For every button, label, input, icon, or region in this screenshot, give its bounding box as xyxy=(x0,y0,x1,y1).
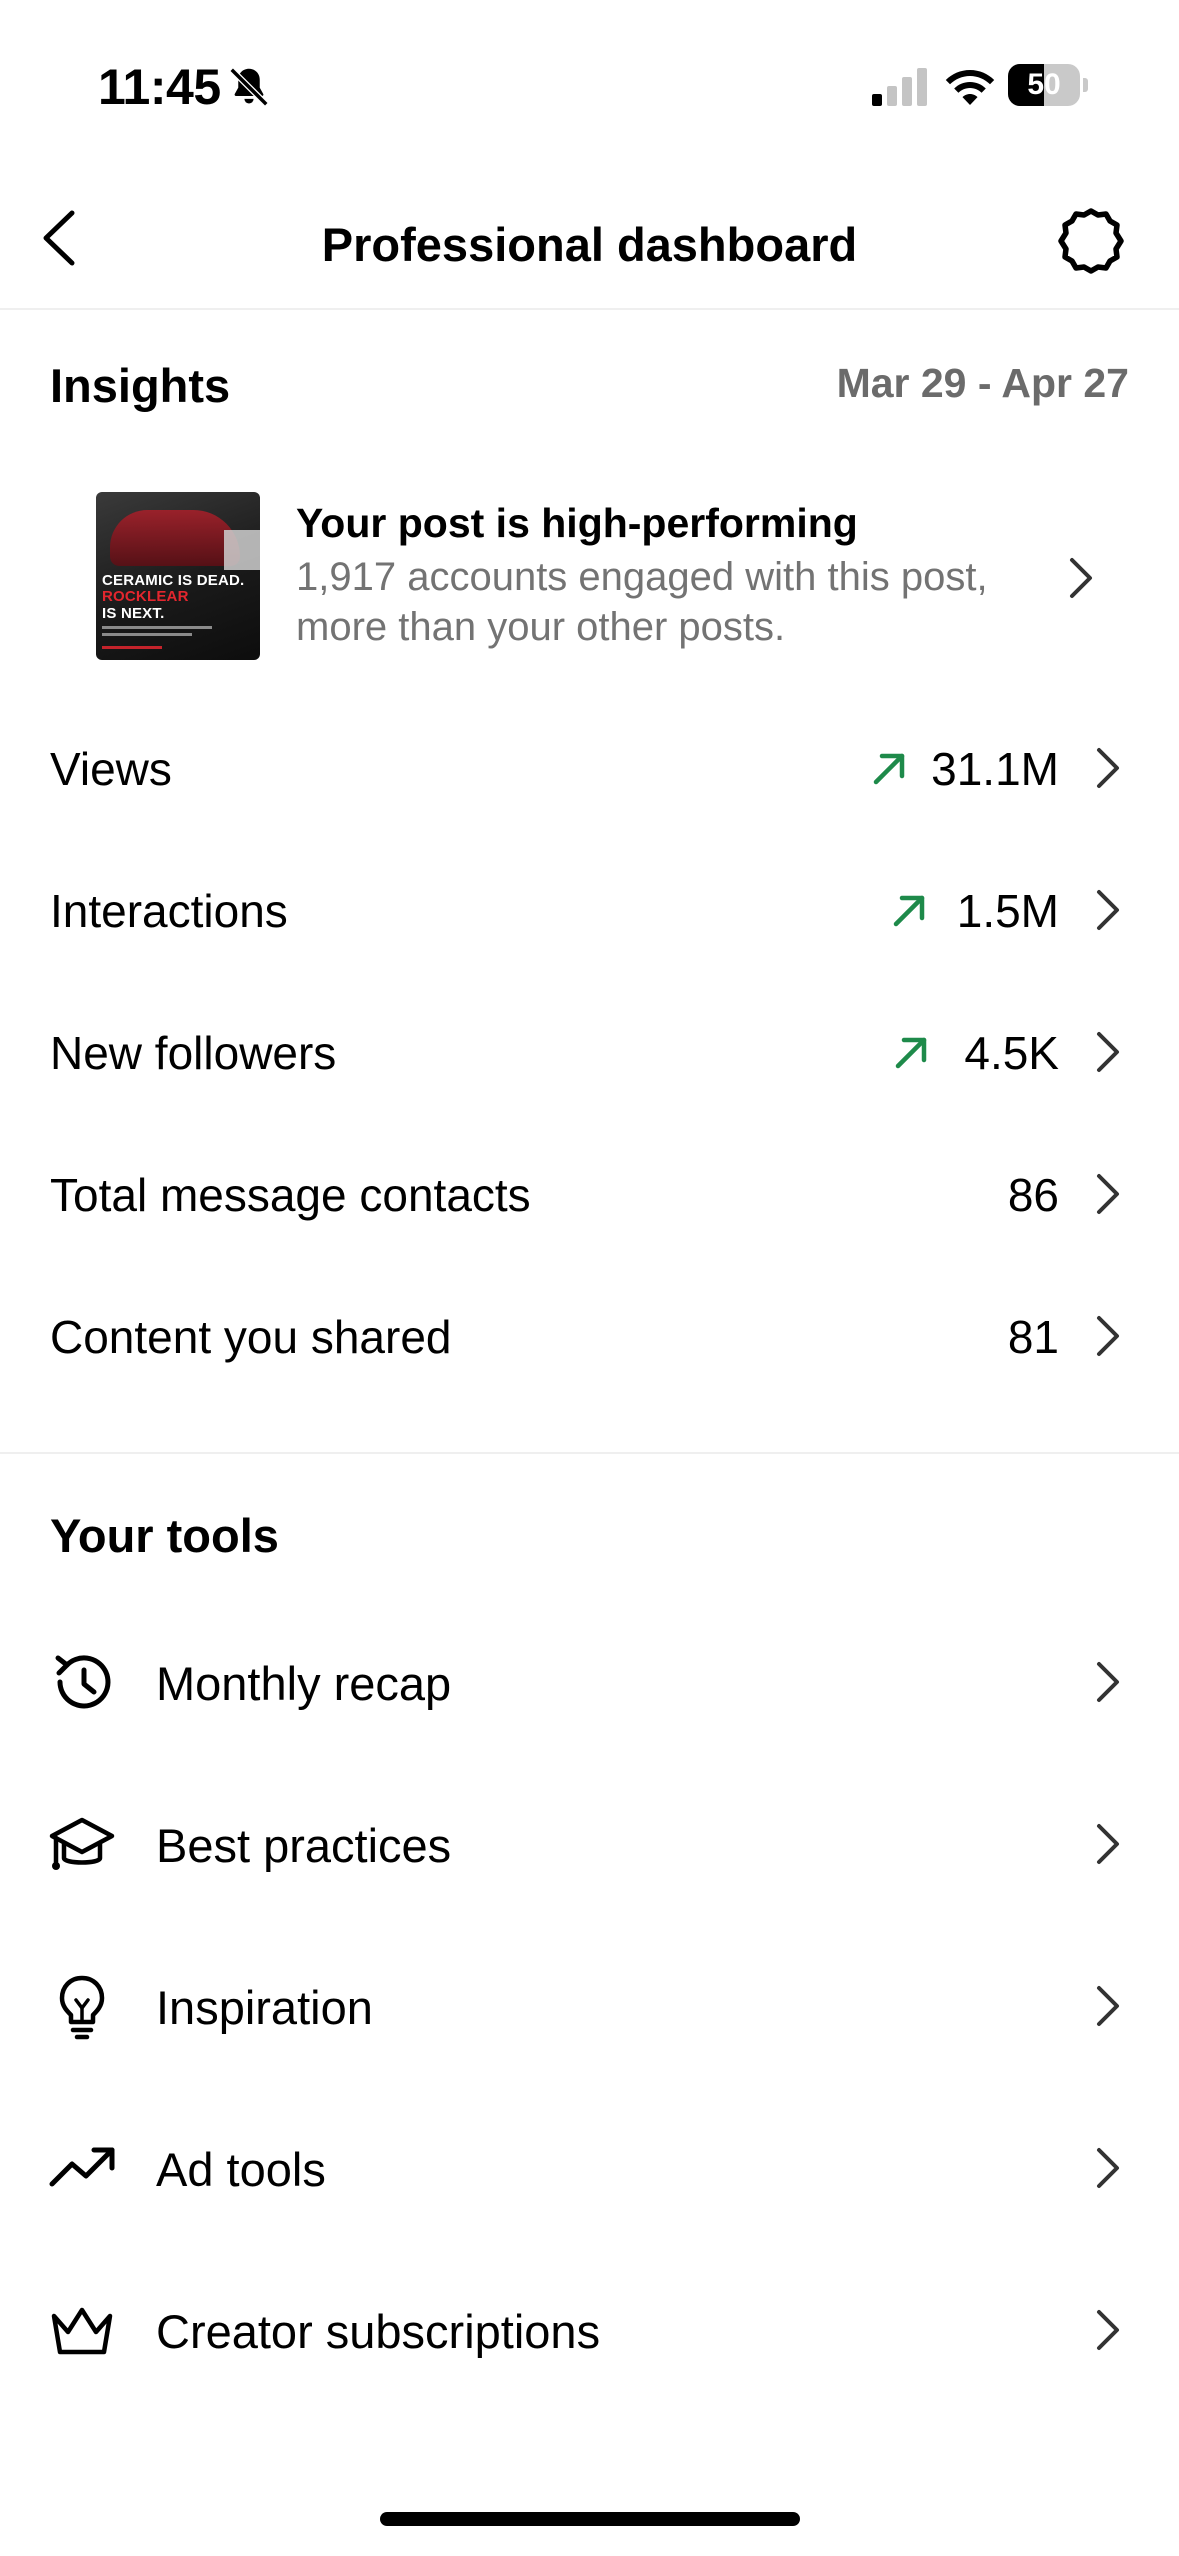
metric-value: 4.5K xyxy=(964,1027,1059,1079)
lightbulb-icon xyxy=(59,1975,105,2040)
tool-label: Creator subscriptions xyxy=(156,2305,601,2358)
metric-label: Total message contacts xyxy=(50,1169,531,1221)
metric-value: 31.1M xyxy=(931,743,1059,795)
tool-row-creator-subscriptions[interactable]: Creator subscriptions xyxy=(0,2248,1179,2410)
metric-row-views[interactable]: Views 31.1M xyxy=(0,698,1179,840)
your-tools-heading: Your tools xyxy=(50,1509,279,1562)
nav-bar: Professional dashboard xyxy=(0,175,1179,310)
metric-row-total-message-contacts[interactable]: Total message contacts 86 xyxy=(0,1124,1179,1266)
status-bar: 11:45 50 xyxy=(0,0,1179,175)
history-icon xyxy=(55,1655,111,1709)
metric-label: Views xyxy=(50,743,172,795)
insights-heading: Insights xyxy=(50,359,231,412)
chevron-right-icon xyxy=(1097,1174,1119,1214)
date-range-selector[interactable]: Mar 29 - Apr 27 xyxy=(837,360,1129,407)
metric-label: Interactions xyxy=(50,885,288,937)
chevron-right-icon xyxy=(1097,748,1119,788)
metric-value: 1.5M xyxy=(956,885,1059,937)
home-indicator[interactable] xyxy=(380,2512,800,2526)
graduation-cap-icon xyxy=(49,1817,115,1870)
metric-value: 81 xyxy=(1007,1311,1059,1363)
settings-gear-icon[interactable] xyxy=(1055,205,1127,277)
post-card-description: 1,917 accounts engaged with this post, m… xyxy=(296,555,988,649)
thumbnail-text-line: ROCKLEAR xyxy=(102,588,189,605)
battery-indicator: 50 xyxy=(1008,64,1088,106)
metric-label: New followers xyxy=(50,1027,337,1079)
trend-up-arrow-icon xyxy=(873,753,905,785)
tool-row-ad-tools[interactable]: Ad tools xyxy=(0,2086,1179,2248)
page-title: Professional dashboard xyxy=(321,218,858,271)
metric-value: 86 xyxy=(1007,1169,1059,1221)
chevron-right-icon xyxy=(1097,1032,1119,1072)
trend-up-arrow-icon xyxy=(893,895,925,927)
cellular-signal-icon xyxy=(872,68,927,106)
chevron-right-icon xyxy=(1097,1986,1119,2026)
thumbnail-text-line: CERAMIC IS DEAD. xyxy=(102,572,245,589)
high-performing-post-card[interactable]: CERAMIC IS DEAD. ROCKLEAR IS NEXT. Your … xyxy=(0,470,1179,670)
section-divider xyxy=(0,1452,1179,1454)
chevron-right-icon xyxy=(1097,890,1119,930)
crown-icon xyxy=(51,2307,113,2355)
chevron-right-icon xyxy=(1097,2310,1119,2350)
bell-off-icon xyxy=(229,67,269,107)
metric-row-content-you-shared[interactable]: Content you shared 81 xyxy=(0,1266,1179,1408)
chevron-right-icon xyxy=(1070,558,1092,598)
thumbnail-text-line: IS NEXT. xyxy=(102,605,165,622)
tool-label: Best practices xyxy=(156,1819,452,1872)
tool-label: Inspiration xyxy=(156,1981,373,2034)
trend-up-arrow-icon xyxy=(895,1037,927,1069)
tool-row-monthly-recap[interactable]: Monthly recap xyxy=(0,1600,1179,1762)
trending-up-icon xyxy=(49,2147,115,2187)
professional-dashboard-screen: 11:45 50 Professional dashboard Insights… xyxy=(0,0,1179,2556)
post-thumbnail: CERAMIC IS DEAD. ROCKLEAR IS NEXT. xyxy=(96,492,260,660)
tool-label: Monthly recap xyxy=(156,1657,452,1710)
tool-label: Ad tools xyxy=(156,2143,326,2196)
chevron-right-icon xyxy=(1097,2148,1119,2188)
tool-row-inspiration[interactable]: Inspiration xyxy=(0,1924,1179,2086)
metric-row-new-followers[interactable]: New followers 4.5K xyxy=(0,982,1179,1124)
chevron-right-icon xyxy=(1097,1662,1119,1702)
chevron-right-icon xyxy=(1097,1824,1119,1864)
tool-row-best-practices[interactable]: Best practices xyxy=(0,1762,1179,1924)
wifi-icon xyxy=(945,70,995,105)
metric-row-interactions[interactable]: Interactions 1.5M xyxy=(0,840,1179,982)
chevron-right-icon xyxy=(1097,1316,1119,1356)
metric-label: Content you shared xyxy=(50,1311,452,1363)
battery-level: 50 xyxy=(1027,68,1061,101)
status-time: 11:45 xyxy=(98,59,221,115)
post-card-title: Your post is high-performing xyxy=(296,500,858,546)
